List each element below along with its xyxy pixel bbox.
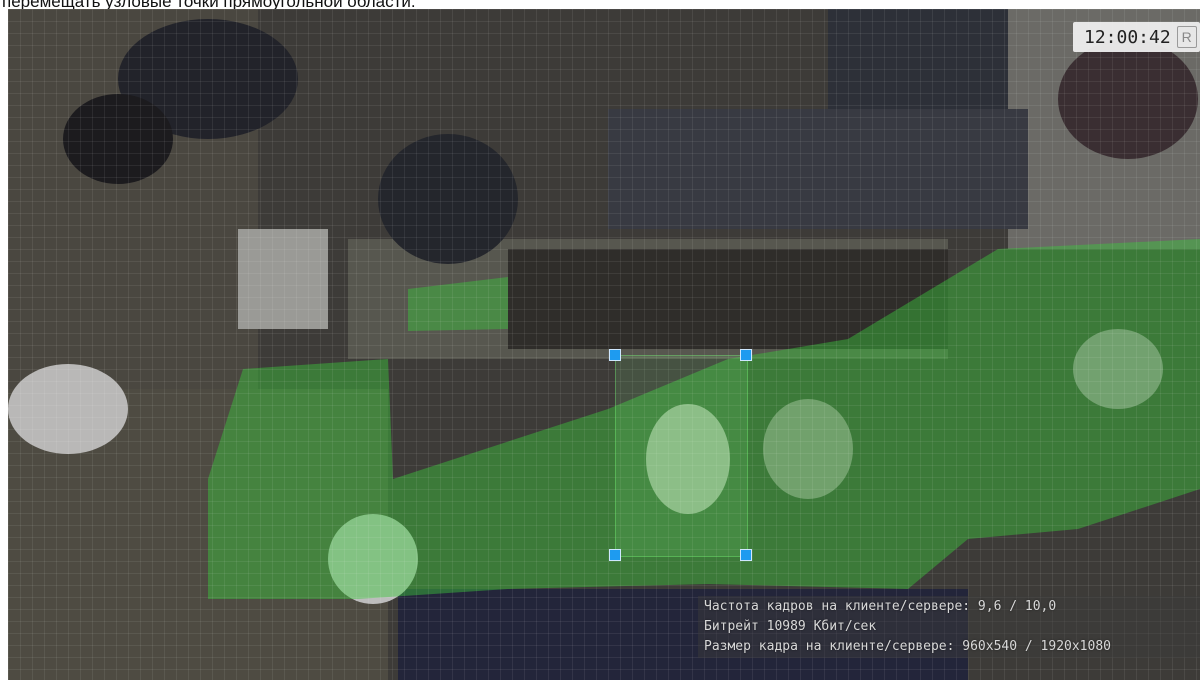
bitrate-text: Битрейт 10989 Кбит/сек: [704, 619, 877, 634]
roi-handle-top-left[interactable]: [609, 349, 621, 361]
roi-handle-top-right[interactable]: [740, 349, 752, 361]
camera-viewport[interactable]: 12:00:42 R Частота кадров на клиенте/сер…: [8, 9, 1200, 680]
camera-scene: [8, 9, 1200, 680]
record-badge[interactable]: R: [1176, 26, 1197, 48]
timestamp-overlay: 12:00:42 R: [1073, 22, 1200, 52]
roi-handle-bottom-left[interactable]: [609, 549, 621, 561]
roi-handle-bottom-right[interactable]: [740, 549, 752, 561]
time-text: 12:00:42: [1084, 26, 1171, 48]
stream-stats-panel: Частота кадров на клиенте/сервере: 9,6 /…: [698, 596, 1200, 658]
frame-rate-text: Частота кадров на клиенте/сервере: 9,6 /…: [704, 599, 1057, 614]
detection-area-rectangle[interactable]: [615, 355, 748, 557]
frame-size-text: Размер кадра на клиенте/сервере: 960x540…: [704, 639, 1111, 654]
